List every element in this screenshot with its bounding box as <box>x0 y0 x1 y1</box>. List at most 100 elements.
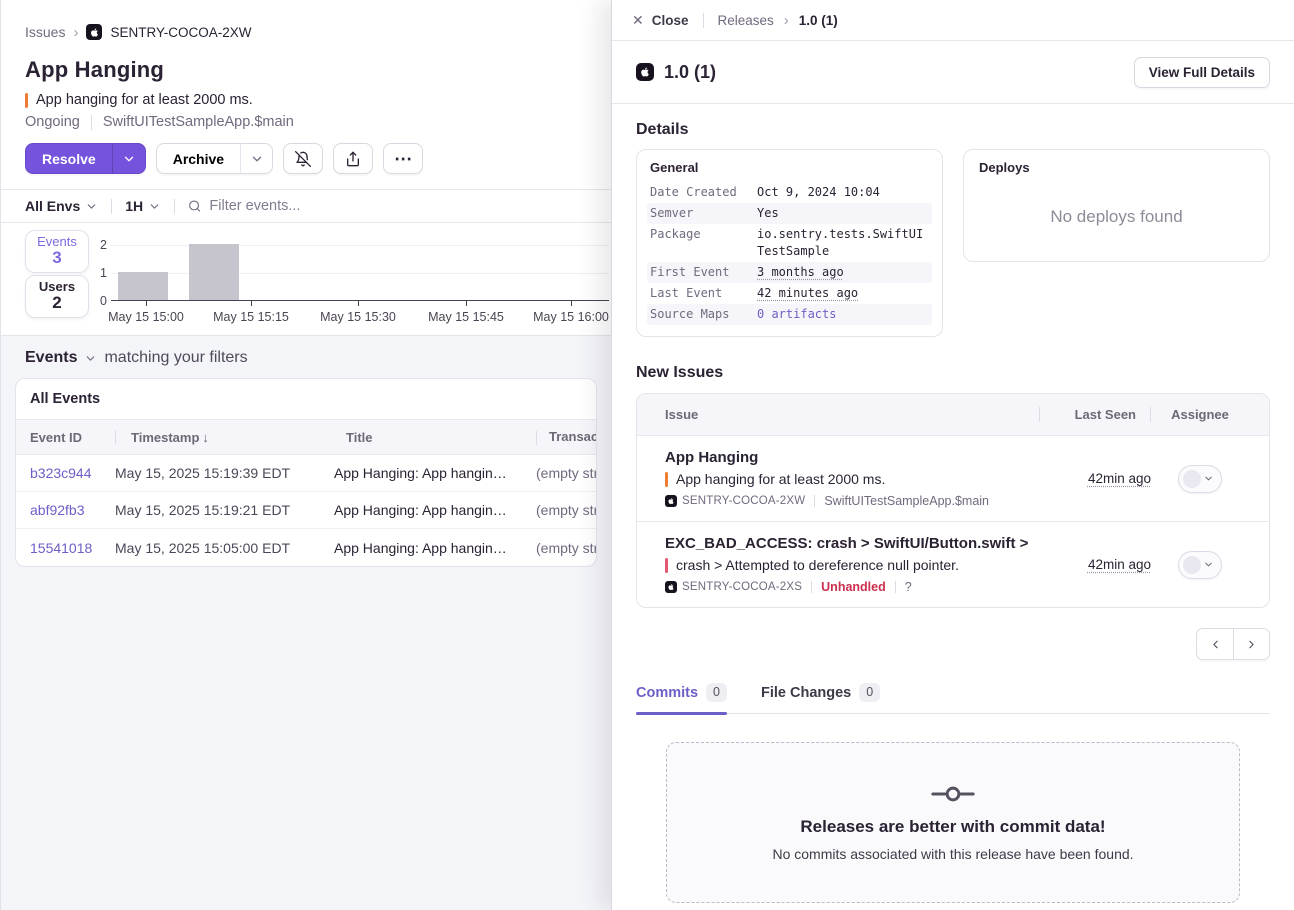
deploys-empty-message: No deploys found <box>976 182 1257 251</box>
environment-selector[interactable]: All Envs <box>25 198 98 214</box>
archive-button[interactable]: Archive <box>156 143 240 174</box>
more-actions-button[interactable]: ⋯ <box>383 143 423 174</box>
event-timestamp: May 15, 2025 15:19:39 EDT <box>115 465 334 481</box>
question-tag: ? <box>905 580 912 594</box>
sort-desc-icon: ↓ <box>202 430 209 445</box>
view-full-details-button[interactable]: View Full Details <box>1134 57 1270 88</box>
detail-row: Last Event 42 minutes ago <box>647 283 932 304</box>
x-tick-label: May 15 15:00 <box>108 310 184 324</box>
general-card: General Date Created Oct 9, 2024 10:04 S… <box>636 149 943 337</box>
close-icon: ✕ <box>632 12 644 29</box>
event-id-link[interactable]: b323c944 <box>16 465 115 481</box>
previous-page-button[interactable] <box>1197 629 1233 659</box>
event-title: App Hanging: App hangin… <box>334 540 536 556</box>
chevron-down-icon <box>122 152 136 166</box>
resolve-button[interactable]: Resolve <box>25 143 113 174</box>
filter-events-input[interactable] <box>209 198 587 214</box>
issue-message: crash > Attempted to dereference null po… <box>676 557 959 573</box>
release-detail-panel: ✕ Close Releases › 1.0 (1) 1.0 (1) View … <box>611 0 1294 910</box>
events-section-title[interactable]: Events <box>25 349 77 367</box>
detail-row: Date Created Oct 9, 2024 10:04 <box>647 182 932 203</box>
avatar <box>1183 556 1201 574</box>
event-transaction: (empty str… <box>536 502 596 518</box>
event-row[interactable]: b323c944 May 15, 2025 15:19:39 EDT App H… <box>16 455 596 492</box>
event-id-link[interactable]: 15541018 <box>16 540 115 556</box>
file-changes-count-badge: 0 <box>859 683 880 702</box>
event-row[interactable]: 15541018 May 15, 2025 15:05:00 EDT App H… <box>16 529 596 566</box>
event-graph: Events 3 Users 2 2 1 0 May 15 15:00 May … <box>1 223 611 335</box>
event-timestamp: May 15, 2025 15:05:00 EDT <box>115 540 334 556</box>
share-button[interactable] <box>333 143 373 174</box>
resolve-dropdown-button[interactable] <box>113 143 146 174</box>
issue-message: App hanging for at least 2000 ms. <box>676 471 885 487</box>
issue-link[interactable]: EXC_BAD_ACCESS: crash > SwiftUI/Button.s… <box>665 535 1055 552</box>
time-range-selector[interactable]: 1H <box>125 198 161 214</box>
panel-breadcrumb-current: 1.0 (1) <box>799 13 838 28</box>
archive-split-button: Archive <box>156 143 273 174</box>
issue-culprit: SwiftUITestSampleApp.$main <box>824 494 989 508</box>
y-tick-label: 0 <box>93 294 107 308</box>
assignee-dropdown[interactable] <box>1178 551 1222 579</box>
tab-file-changes[interactable]: File Changes 0 <box>761 683 880 713</box>
tab-commits[interactable]: Commits 0 <box>636 683 727 713</box>
breadcrumb-issues-link[interactable]: Issues <box>25 24 65 40</box>
filter-bar: All Envs 1H <box>1 189 611 223</box>
issue-level-indicator <box>665 472 668 487</box>
avatar <box>1183 470 1201 488</box>
source-maps-link[interactable]: 0 artifacts <box>757 307 836 321</box>
issue-link[interactable]: App Hanging <box>665 449 1055 466</box>
new-issues-heading: New Issues <box>636 364 1270 382</box>
first-event-value: 3 months ago <box>757 265 844 279</box>
events-count-toggle[interactable]: Events 3 <box>25 230 89 273</box>
event-transaction: (empty str… <box>536 465 596 481</box>
close-panel-button[interactable]: ✕ Close <box>632 12 689 29</box>
archive-dropdown-button[interactable] <box>240 143 273 174</box>
breadcrumb-short-id[interactable]: SENTRY-COCOA-2XW <box>110 25 251 40</box>
x-tick-label: May 15 15:15 <box>213 310 289 324</box>
column-transaction: Transacti <box>549 429 596 444</box>
chevron-down-icon <box>85 200 98 213</box>
x-tick-label: May 15 15:45 <box>428 310 504 324</box>
detail-row: Source Maps 0 artifacts <box>647 304 932 325</box>
semver-value: Yes <box>757 205 929 222</box>
all-events-card: All Events Event ID Timestamp↓ Title Tra… <box>15 378 597 567</box>
deploys-card-title: Deploys <box>976 160 1257 175</box>
last-seen-value: 42min ago <box>1088 471 1151 486</box>
issue-row[interactable]: App Hanging App hanging for at least 200… <box>637 436 1269 521</box>
commits-count-badge: 0 <box>706 683 727 702</box>
column-last-seen: Last Seen <box>1040 407 1136 422</box>
issue-message: App hanging for at least 2000 ms. <box>36 92 253 108</box>
assignee-dropdown[interactable] <box>1178 465 1222 493</box>
bar-chart[interactable]: 2 1 0 May 15 15:00 May 15 15:15 May 15 1… <box>111 245 609 301</box>
apple-platform-icon <box>665 581 677 593</box>
next-page-button[interactable] <box>1233 629 1269 659</box>
empty-state-title: Releases are better with commit data! <box>800 817 1105 837</box>
last-event-value: 42 minutes ago <box>757 286 858 300</box>
release-version-title: 1.0 (1) <box>664 62 716 83</box>
issue-level-indicator <box>665 558 668 573</box>
divider <box>111 199 112 214</box>
panel-breadcrumb-releases[interactable]: Releases <box>718 13 774 28</box>
chevron-down-icon[interactable] <box>84 352 97 365</box>
chevron-right-icon <box>1245 638 1258 651</box>
apple-platform-icon <box>86 24 102 40</box>
issue-row[interactable]: EXC_BAD_ACCESS: crash > SwiftUI/Button.s… <box>637 521 1269 607</box>
breadcrumb: Issues › SENTRY-COCOA-2XW <box>25 24 587 40</box>
chevron-down-icon <box>1203 473 1214 484</box>
users-count-toggle[interactable]: Users 2 <box>25 275 89 318</box>
chevron-down-icon <box>1203 559 1214 570</box>
event-row[interactable]: abf92fb3 May 15, 2025 15:19:21 EDT App H… <box>16 492 596 529</box>
events-section-subtitle: matching your filters <box>104 349 247 367</box>
new-issues-table: Issue Last Seen Assignee App Hanging App… <box>636 393 1270 608</box>
chevron-right-icon: › <box>73 25 78 40</box>
event-id-link[interactable]: abf92fb3 <box>16 502 115 518</box>
column-timestamp[interactable]: Timestamp <box>131 430 199 445</box>
mute-button[interactable] <box>283 143 323 174</box>
package-value: io.sentry.tests.SwiftUITestSample <box>757 226 929 260</box>
y-tick-label: 1 <box>93 266 107 280</box>
resolve-split-button: Resolve <box>25 143 146 174</box>
last-seen-value: 42min ago <box>1088 557 1151 572</box>
issue-level-indicator <box>25 93 28 108</box>
gridline <box>111 245 609 246</box>
general-card-title: General <box>647 160 932 175</box>
